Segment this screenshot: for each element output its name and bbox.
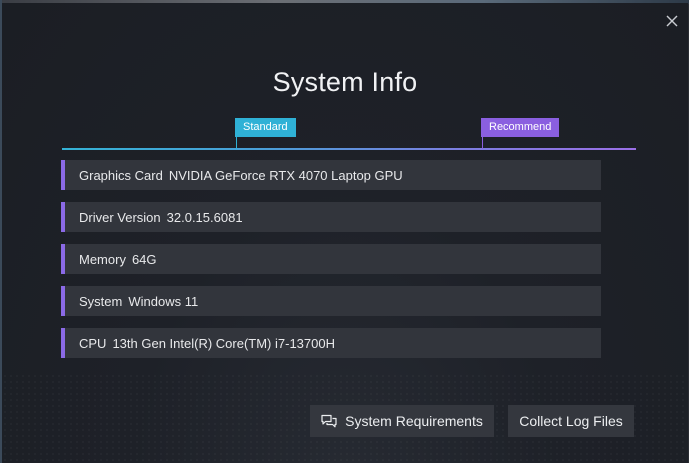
system-info-dialog: System Info Standard Recommend Graphics … [2,3,688,463]
close-button[interactable] [664,13,680,29]
system-requirements-label: System Requirements [345,413,483,429]
info-row-graphics-card: Graphics Card NVIDIA GeForce RTX 4070 La… [61,160,601,190]
info-key: CPU [79,335,107,351]
info-key: Graphics Card [79,167,163,183]
info-row-memory: Memory 64G [61,244,601,274]
system-info-list: Graphics Card NVIDIA GeForce RTX 4070 La… [61,160,601,370]
info-value: 32.0.15.6081 [166,209,243,225]
info-key: System [79,293,123,309]
info-key: Driver Version [79,209,161,225]
chat-bubbles-icon [321,414,337,428]
recommend-marker: Recommend [481,118,560,137]
info-key: Memory [79,251,126,267]
info-row-system: System Windows 11 [61,286,601,316]
standard-marker: Standard [235,118,296,137]
info-value: 64G [131,251,157,267]
info-value: NVIDIA GeForce RTX 4070 Laptop GPU [168,167,403,183]
info-row-cpu: CPU 13th Gen Intel(R) Core(TM) i7-13700H [61,328,601,358]
info-value: Windows 11 [128,293,199,309]
collect-log-files-button[interactable]: Collect Log Files [508,405,634,437]
recommend-marker-stem [482,137,483,149]
system-requirements-button[interactable]: System Requirements [310,405,494,437]
standard-marker-stem [236,137,237,149]
collect-log-files-label: Collect Log Files [519,413,623,429]
info-value: 13th Gen Intel(R) Core(TM) i7-13700H [112,335,335,351]
dialog-title: System Info [272,67,418,97]
close-icon [666,15,678,27]
performance-scale-line [62,148,636,150]
info-row-driver-version: Driver Version 32.0.15.6081 [61,202,601,232]
